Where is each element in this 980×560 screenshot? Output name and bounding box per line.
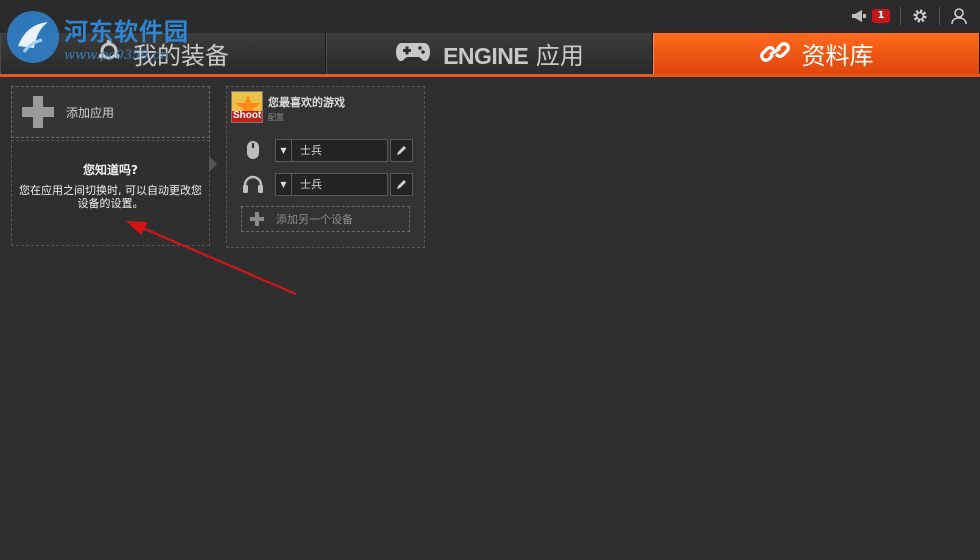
edit-button[interactable] — [390, 172, 413, 196]
tab-engine-apps[interactable]: ENGINE 应用 — [326, 33, 653, 74]
chevron-down-icon: ▼ — [276, 173, 292, 195]
select-value: 士兵 — [300, 144, 322, 157]
game-icon-text: Shoot — [233, 110, 262, 121]
tip-pointer — [209, 156, 217, 172]
gear-icon[interactable] — [911, 7, 929, 25]
divider — [939, 7, 940, 25]
megaphone-icon[interactable] — [850, 7, 868, 25]
tab-label: 资料库 — [801, 42, 874, 70]
chevron-down-icon: ▼ — [276, 139, 292, 161]
add-device-label: 添加另一个设备 — [276, 213, 353, 226]
game-name: 您最喜欢的游戏 — [268, 96, 345, 109]
tab-library[interactable]: 资料库 — [653, 33, 980, 74]
game-config-label: 配置 — [268, 113, 284, 122]
device-row: ▼ 士兵 — [241, 172, 413, 196]
top-icons: 1 — [850, 7, 968, 25]
game-icon[interactable]: Shoot — [231, 91, 263, 123]
pencil-icon — [396, 146, 406, 155]
user-icon[interactable] — [950, 7, 968, 25]
mouse-profile-select[interactable]: ▼ 士兵 — [275, 138, 388, 162]
device-row: ▼ 士兵 — [241, 138, 413, 162]
link-icon — [759, 40, 790, 68]
plus-icon — [250, 212, 264, 226]
select-value: 士兵 — [300, 178, 322, 191]
watermark-logo-icon — [7, 11, 59, 63]
gamepad-icon — [395, 40, 431, 68]
edit-button[interactable] — [390, 138, 413, 162]
add-device-button[interactable]: 添加另一个设备 — [241, 206, 410, 232]
watermark-title: 河东软件园 — [64, 17, 189, 46]
card-header: Shoot 您最喜欢的游戏 配置 — [231, 91, 345, 123]
mouse-icon — [241, 138, 265, 162]
headset-icon — [241, 172, 265, 196]
tip-box: 您知道吗? 您在应用之间切换时, 可以自动更改您设备的设置。 — [11, 140, 217, 246]
tab-label: 应用 — [535, 42, 584, 70]
notification-badge[interactable]: 1 — [872, 9, 890, 23]
add-app-button[interactable]: 添加应用 — [11, 86, 210, 138]
game-profile-card: Shoot 您最喜欢的游戏 配置 ▼ 士兵 ▼ 士兵 添加另一个设备 — [226, 86, 425, 248]
tip-title: 您知道吗? — [83, 163, 138, 177]
divider — [900, 7, 901, 25]
annotation-arrow — [126, 221, 297, 296]
plus-icon — [22, 96, 54, 128]
tab-engine-text: ENGINE — [443, 43, 529, 69]
pencil-icon — [396, 180, 406, 189]
add-app-label: 添加应用 — [66, 105, 115, 120]
tip-text: 您在应用之间切换时, 可以自动更改您设备的设置。 — [19, 184, 202, 210]
headset-profile-select[interactable]: ▼ 士兵 — [275, 172, 388, 196]
watermark-url: www.pc0359.cn — [64, 48, 169, 63]
